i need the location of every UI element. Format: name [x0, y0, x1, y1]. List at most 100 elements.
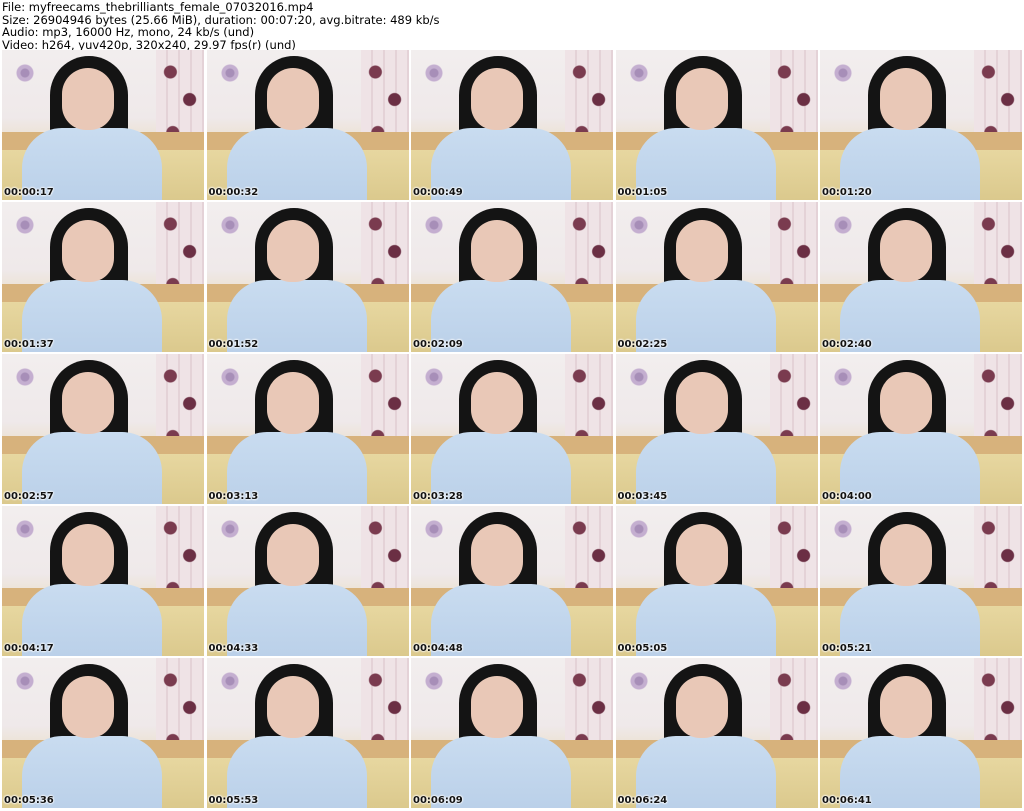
- person-face: [471, 68, 523, 130]
- person-face: [62, 372, 114, 434]
- thumbnail-timestamp: 00:05:53: [208, 795, 259, 806]
- video-thumbnail: 00:04:17: [2, 506, 204, 656]
- wall-flower-decoration: [830, 60, 856, 86]
- wall-flower-decoration: [625, 364, 652, 390]
- thumbnail-timestamp: 00:02:09: [413, 339, 463, 350]
- file-name-line: File: myfreecams_thebrilliants_female_07…: [2, 0, 314, 14]
- thumbnail-timestamp: 00:01:20: [822, 187, 872, 198]
- wall-flower-decoration: [625, 516, 652, 542]
- person-face: [880, 372, 932, 434]
- video-thumbnail: 00:02:09: [411, 202, 613, 352]
- person-face: [266, 220, 319, 282]
- video-thumbnail: 00:03:13: [206, 354, 409, 504]
- person-face: [675, 676, 728, 738]
- video-thumbnail: 00:01:20: [820, 50, 1022, 200]
- wall-flower-decoration: [12, 60, 38, 86]
- video-thumbnail: 00:02:57: [2, 354, 204, 504]
- thumbnail-timestamp: 00:06:09: [413, 795, 463, 806]
- video-thumbnail: 00:02:25: [615, 202, 818, 352]
- thumbnail-timestamp: 00:01:05: [617, 187, 668, 198]
- wall-flower-decoration: [12, 668, 38, 694]
- wall-flower-decoration: [421, 668, 447, 694]
- video-thumbnail: 00:05:21: [820, 506, 1022, 656]
- person-face: [675, 220, 728, 282]
- thumbnail-timestamp: 00:05:36: [4, 795, 54, 806]
- person-face: [266, 372, 319, 434]
- person-face: [471, 524, 523, 586]
- person-face: [880, 676, 932, 738]
- wall-flower-decoration: [830, 516, 856, 542]
- person-face: [675, 524, 728, 586]
- person-face: [62, 68, 114, 130]
- wall-flower-decoration: [216, 212, 243, 238]
- thumbnail-timestamp: 00:03:45: [617, 491, 668, 502]
- video-thumbnail: 00:00:17: [2, 50, 204, 200]
- thumbnail-timestamp: 00:04:33: [208, 643, 259, 654]
- video-thumbnail: 00:04:33: [206, 506, 409, 656]
- person-face: [471, 220, 523, 282]
- video-thumbnail: 00:05:05: [615, 506, 818, 656]
- thumbnail-timestamp: 00:06:41: [822, 795, 872, 806]
- video-thumbnail: 00:02:40: [820, 202, 1022, 352]
- wall-flower-decoration: [216, 60, 243, 86]
- video-thumbnail: 00:01:05: [615, 50, 818, 200]
- thumbnail-timestamp: 00:05:21: [822, 643, 872, 654]
- wall-flower-decoration: [830, 212, 856, 238]
- person-face: [62, 220, 114, 282]
- video-thumbnail: 00:05:36: [2, 658, 204, 808]
- wall-flower-decoration: [421, 364, 447, 390]
- video-thumbnail: 00:03:45: [615, 354, 818, 504]
- video-thumbnail: 00:01:37: [2, 202, 204, 352]
- video-thumbnail: 00:00:49: [411, 50, 613, 200]
- wall-flower-decoration: [12, 212, 38, 238]
- thumbnail-timestamp: 00:02:25: [617, 339, 668, 350]
- thumbnail-grid: 00:00:17 00:00:32 00:00:49 00:01:05 00:01:20…: [0, 50, 1024, 811]
- thumbnail-timestamp: 00:02:40: [822, 339, 872, 350]
- person-face: [471, 676, 523, 738]
- thumbnail-timestamp: 00:00:17: [4, 187, 54, 198]
- video-thumbnail: 00:06:24: [615, 658, 818, 808]
- thumbnail-timestamp: 00:01:37: [4, 339, 54, 350]
- video-thumbnail: 00:00:32: [206, 50, 409, 200]
- wall-flower-decoration: [12, 516, 38, 542]
- thumbnail-timestamp: 00:04:17: [4, 643, 54, 654]
- video-thumbnail: 00:04:48: [411, 506, 613, 656]
- thumbnail-timestamp: 00:00:32: [208, 187, 259, 198]
- person-face: [62, 676, 114, 738]
- video-thumbnail: 00:06:09: [411, 658, 613, 808]
- wall-flower-decoration: [625, 60, 652, 86]
- thumbnail-timestamp: 00:03:28: [413, 491, 463, 502]
- wall-flower-decoration: [830, 364, 856, 390]
- person-face: [880, 220, 932, 282]
- file-info-header: File: myfreecams_thebrilliants_female_07…: [0, 0, 1024, 51]
- thumbnail-timestamp: 00:03:13: [208, 491, 259, 502]
- thumbnail-timestamp: 00:02:57: [4, 491, 54, 502]
- thumbnail-timestamp: 00:04:48: [413, 643, 463, 654]
- video-thumbnail: 00:05:53: [206, 658, 409, 808]
- wall-flower-decoration: [830, 668, 856, 694]
- wall-flower-decoration: [216, 668, 243, 694]
- video-thumbnail: 00:06:41: [820, 658, 1022, 808]
- audio-info-line: Audio: mp3, 16000 Hz, mono, 24 kb/s (und…: [2, 25, 255, 39]
- thumbnail-timestamp: 00:04:00: [822, 491, 872, 502]
- thumbnail-timestamp: 00:06:24: [617, 795, 668, 806]
- wall-flower-decoration: [12, 364, 38, 390]
- person-face: [471, 372, 523, 434]
- wall-flower-decoration: [421, 212, 447, 238]
- person-face: [880, 68, 932, 130]
- wall-flower-decoration: [421, 516, 447, 542]
- video-thumbnail: 00:04:00: [820, 354, 1022, 504]
- wall-flower-decoration: [625, 668, 652, 694]
- video-thumbnail: 00:03:28: [411, 354, 613, 504]
- person-face: [880, 524, 932, 586]
- person-face: [675, 372, 728, 434]
- person-face: [675, 68, 728, 130]
- person-face: [266, 68, 319, 130]
- wall-flower-decoration: [625, 212, 652, 238]
- person-face: [62, 524, 114, 586]
- video-thumbnail: 00:01:52: [206, 202, 409, 352]
- thumbnail-timestamp: 00:01:52: [208, 339, 259, 350]
- wall-flower-decoration: [216, 364, 243, 390]
- person-face: [266, 676, 319, 738]
- thumbnail-timestamp: 00:05:05: [617, 643, 668, 654]
